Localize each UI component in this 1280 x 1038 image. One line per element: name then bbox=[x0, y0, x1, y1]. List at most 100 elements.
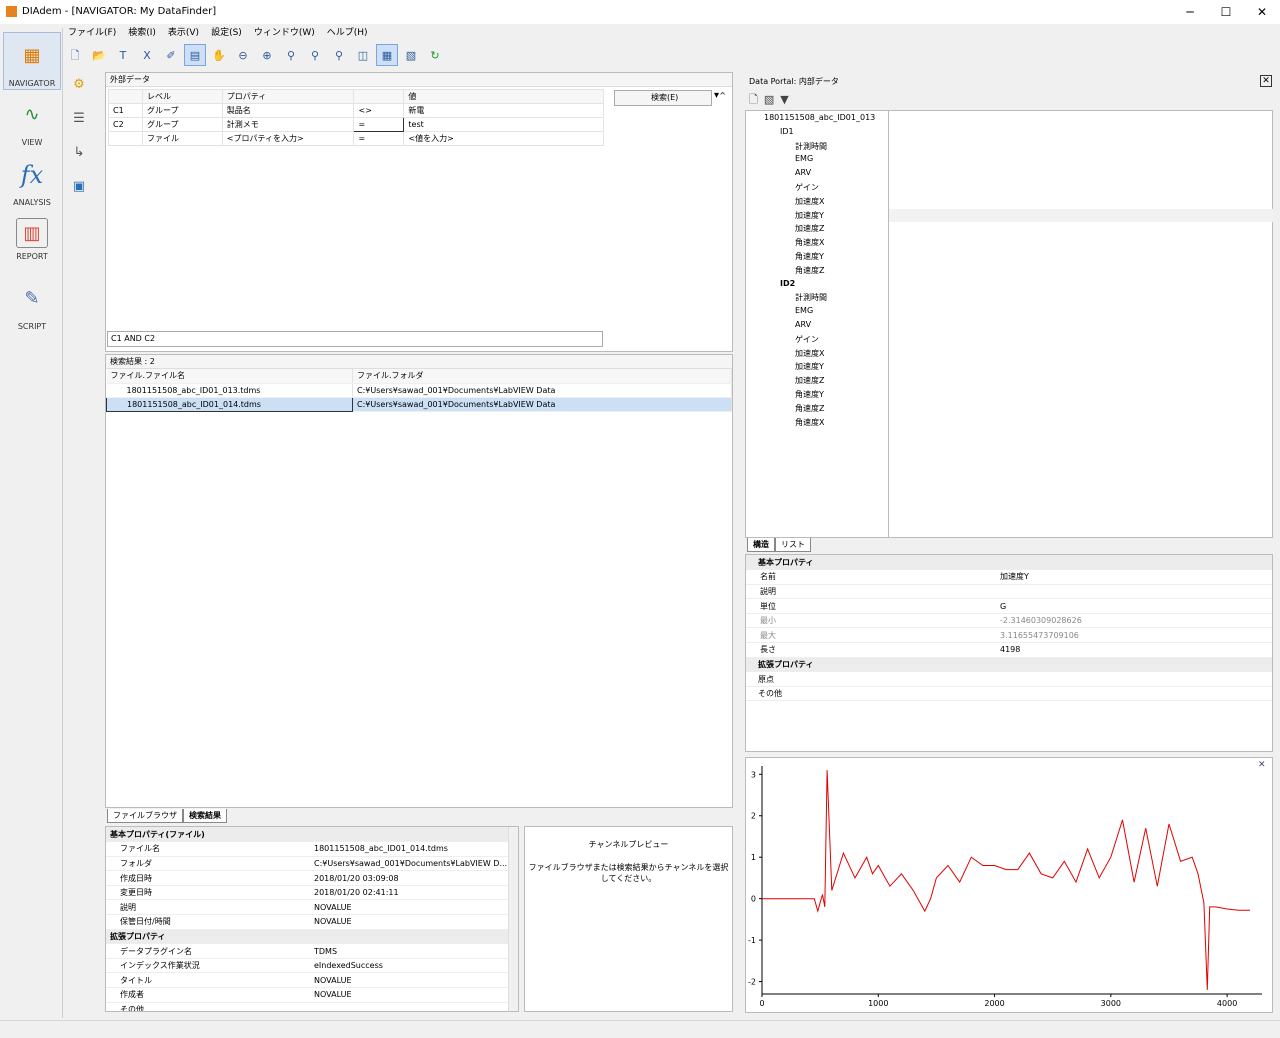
minimize-button[interactable]: ─ bbox=[1172, 0, 1208, 24]
menu-view[interactable]: 表示(V) bbox=[162, 26, 205, 40]
forward-icon[interactable]: ⊕ bbox=[256, 45, 278, 67]
search-icon[interactable]: ⚲ bbox=[280, 45, 302, 67]
tree-channel[interactable]: 加速度X bbox=[795, 348, 824, 359]
new-icon[interactable]: 🗋 bbox=[749, 93, 764, 106]
property-row[interactable]: 変更日時 2018/01/20 02:41:11 bbox=[106, 885, 508, 901]
database-icon[interactable]: ▤ bbox=[184, 44, 206, 66]
menu-search[interactable]: 検索(I) bbox=[122, 26, 162, 40]
tree-group[interactable]: ID1 bbox=[780, 127, 794, 136]
tree-channel[interactable]: 角速度X bbox=[795, 417, 824, 428]
tree-channel[interactable]: ARV bbox=[795, 168, 811, 177]
property-row[interactable]: タイトル NOVALUE bbox=[106, 972, 508, 989]
database-stack-icon[interactable]: ☰ bbox=[66, 106, 92, 132]
search-list-icon[interactable]: ⚲ bbox=[328, 45, 350, 67]
property-row[interactable]: 原点 bbox=[746, 671, 1272, 687]
tab-file-browser[interactable]: ファイルブラウザ bbox=[107, 809, 183, 823]
sidebar-report[interactable]: ▥ REPORT bbox=[3, 218, 61, 261]
chart-mute-icon[interactable]: ✕ bbox=[1258, 760, 1266, 770]
property-row[interactable]: 説明 bbox=[746, 584, 1272, 600]
tree-channel[interactable]: ARV bbox=[795, 320, 811, 329]
property-row[interactable]: 名前 加速度Y bbox=[746, 569, 1272, 585]
tree-channel[interactable]: 角速度Z bbox=[795, 265, 824, 276]
property-row[interactable]: フォルダ C:¥Users¥sawad_001¥Documents¥LabVIEW… bbox=[106, 856, 508, 872]
tree-channel[interactable]: 角速度Y bbox=[795, 251, 824, 262]
open-folder-icon[interactable]: 📂 bbox=[88, 45, 110, 67]
property-row[interactable]: 保管日付/時間 NOVALUE bbox=[106, 914, 508, 930]
tree-channel[interactable]: 加速度Z bbox=[795, 223, 824, 234]
tree-channel[interactable]: 加速度Y bbox=[795, 210, 824, 221]
section-header[interactable]: 拡張プロパティ bbox=[106, 929, 508, 945]
sidebar-analysis[interactable]: fx ANALYSIS bbox=[3, 156, 61, 207]
table-row[interactable]: 1801151508_abc_ID01_013.tdms C:¥Users¥saw… bbox=[106, 383, 732, 398]
property-row[interactable]: 作成日時 2018/01/20 03:09:08 bbox=[106, 870, 508, 886]
property-row[interactable]: 最大 3.11655473709106 bbox=[746, 627, 1272, 644]
property-row[interactable]: 単位 G bbox=[746, 598, 1272, 614]
sidebar-view[interactable]: ∿ VIEW bbox=[3, 96, 61, 147]
section-header[interactable]: 基本プロパティ bbox=[746, 555, 1272, 571]
property-row[interactable]: その他 bbox=[746, 686, 1272, 702]
hand-icon[interactable]: ✋ bbox=[208, 45, 230, 67]
tab-structure[interactable]: 構造 bbox=[747, 538, 775, 552]
tree-channel[interactable]: EMG bbox=[795, 306, 813, 315]
tree-group[interactable]: ID2 bbox=[780, 279, 795, 288]
tree-root[interactable]: 1801151508_abc_ID01_013 bbox=[764, 113, 875, 122]
tree-channel[interactable]: ゲイン bbox=[795, 334, 819, 345]
menu-help[interactable]: ヘルプ(H) bbox=[321, 26, 374, 40]
refresh-icon[interactable]: ↻ bbox=[424, 45, 446, 67]
property-row[interactable]: 作成者 NOVALUE bbox=[106, 987, 508, 1003]
scrollbar[interactable] bbox=[508, 827, 518, 1011]
grid-icon[interactable]: ▦ bbox=[376, 44, 398, 66]
close-portal-button[interactable]: ✕ bbox=[1260, 75, 1272, 87]
search-button[interactable]: 検索(E) bbox=[614, 90, 712, 106]
tree-channel[interactable]: 角速度X bbox=[795, 237, 824, 248]
col-header-folder[interactable]: ファイル.フォルダ bbox=[352, 369, 732, 384]
gear-icon[interactable]: ⚙ bbox=[66, 72, 92, 98]
condition-input[interactable]: C1 AND C2 bbox=[107, 331, 603, 347]
tree-channel[interactable]: 角速度Z bbox=[795, 403, 824, 414]
property-row[interactable]: 最小 -2.31460309028626 bbox=[746, 613, 1272, 629]
query-row[interactable]: ファイル <プロパティを入力> = <値を入力> bbox=[108, 131, 604, 146]
layout-icon[interactable]: ◫ bbox=[352, 45, 374, 67]
maximize-button[interactable]: ☐ bbox=[1208, 0, 1244, 24]
tab-search-results[interactable]: 検索結果 bbox=[183, 809, 227, 823]
col-header-filename[interactable]: ファイル.ファイル名 bbox=[106, 369, 353, 384]
tree-channel[interactable]: 加速度X bbox=[795, 196, 824, 207]
load-txt-icon[interactable]: T bbox=[112, 45, 134, 67]
load-xls-icon[interactable]: X bbox=[136, 45, 158, 67]
menu-settings[interactable]: 設定(S) bbox=[205, 26, 248, 40]
edit-icon[interactable]: ✐ bbox=[160, 45, 182, 67]
property-row[interactable]: 説明 NOVALUE bbox=[106, 899, 508, 916]
tree-channel[interactable]: 加速度Z bbox=[795, 375, 824, 386]
property-row[interactable]: インデックス作業状況 eIndexedSuccess bbox=[106, 958, 508, 974]
menu-window[interactable]: ウィンドウ(W) bbox=[248, 26, 321, 40]
table-row-selected[interactable]: 1801151508_abc_ID01_014.tdms C:¥Users¥saw… bbox=[106, 396, 732, 412]
section-header[interactable]: 拡張プロパティ bbox=[746, 657, 1272, 673]
menu-file[interactable]: ファイル(F) bbox=[62, 26, 122, 40]
search-dropdown-icon[interactable]: ⚲ bbox=[304, 45, 326, 67]
query-row[interactable]: C2 グループ 計測メモ = test bbox=[108, 117, 604, 132]
tree-channel[interactable]: 加速度Y bbox=[795, 361, 824, 372]
chevron-up-icon[interactable]: ⌃ bbox=[718, 90, 727, 103]
property-row[interactable]: データプラグイン名 TDMS bbox=[106, 943, 508, 959]
filter-icon[interactable]: ▼ bbox=[780, 93, 794, 106]
tab-list[interactable]: リスト bbox=[775, 538, 811, 552]
property-row[interactable]: その他 bbox=[106, 1002, 508, 1011]
tree-channel[interactable]: ゲイン bbox=[795, 182, 819, 193]
sidebar-navigator[interactable]: ▦ NAVIGATOR bbox=[3, 32, 61, 90]
new-file-icon[interactable]: 🗋 bbox=[64, 45, 86, 67]
section-header[interactable]: 基本プロパティ(ファイル) bbox=[106, 827, 508, 843]
property-row[interactable]: 長さ 4198 bbox=[746, 642, 1272, 658]
property-row[interactable]: ファイル名 1801151508_abc_ID01_014.tdms bbox=[106, 841, 508, 857]
close-button[interactable]: ✕ bbox=[1244, 0, 1280, 24]
sidebar-script[interactable]: ✎ SCRIPT bbox=[3, 280, 61, 331]
tree-channel[interactable]: EMG bbox=[795, 154, 813, 163]
tree-channel[interactable]: 計測時間 bbox=[795, 141, 827, 152]
tree-channel[interactable]: 計測時間 bbox=[795, 292, 827, 303]
properties-icon[interactable]: ▧ bbox=[400, 45, 422, 67]
binary-import-icon[interactable]: ↳ bbox=[66, 140, 92, 166]
tree-channel[interactable]: 角速度Y bbox=[795, 389, 824, 400]
query-row[interactable]: C1 グループ 製品名 <> 新電 bbox=[108, 103, 604, 118]
back-icon[interactable]: ⊖ bbox=[232, 45, 254, 67]
save-icon[interactable]: ▧ bbox=[764, 93, 780, 106]
file-filter-icon[interactable]: ▣ bbox=[66, 174, 92, 200]
